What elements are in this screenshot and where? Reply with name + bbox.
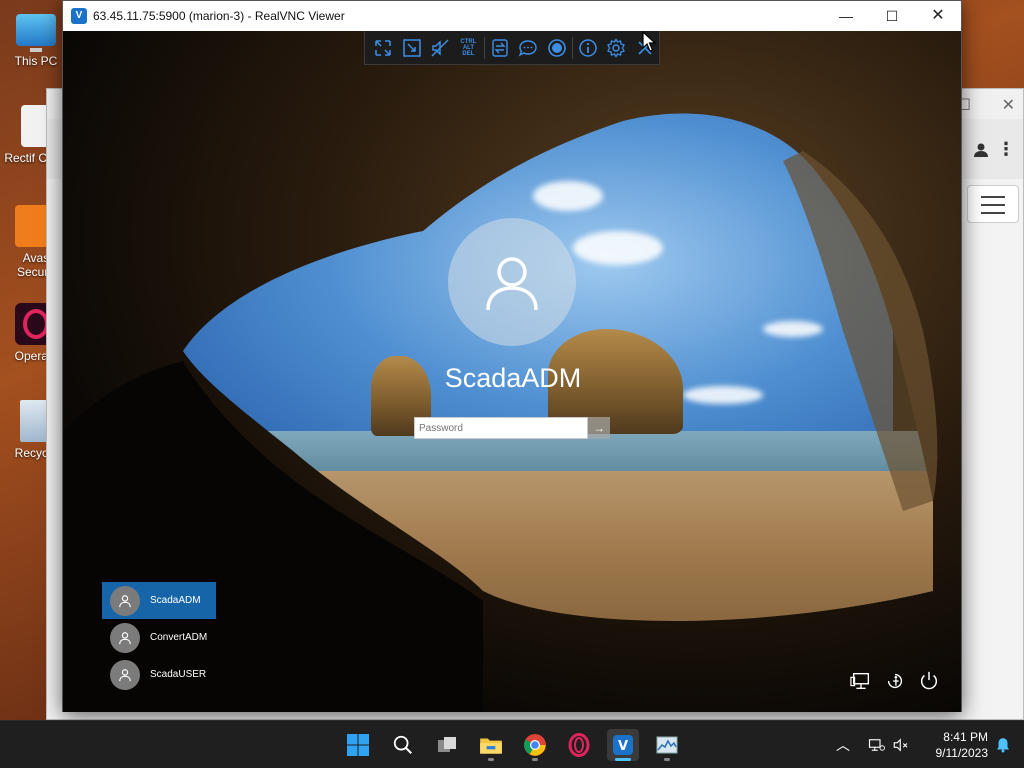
running-indicator (532, 758, 538, 761)
user-switch-list: ScadaADM ConvertADM ScadaUSER (102, 582, 216, 693)
user-icon (486, 257, 538, 311)
search-icon (393, 735, 412, 754)
toolbar-divider (483, 36, 485, 59)
desktop-icon-label: This PC (14, 54, 58, 68)
chrome-icon (524, 734, 546, 756)
user-item-scadauser[interactable]: ScadaUSER (102, 656, 216, 693)
toolbar-divider (571, 36, 573, 59)
show-hidden-icons-chevron-icon[interactable]: ︿ (836, 735, 850, 755)
submit-arrow-button[interactable]: → (588, 417, 610, 439)
task-view-icon (438, 737, 456, 752)
folder-icon (480, 738, 502, 754)
vnc-titlebar[interactable]: V 63.45.11.75:5900 (marion-3) - RealVNC … (63, 1, 961, 31)
search-button[interactable] (387, 729, 419, 761)
taskbar-opera-gx[interactable] (563, 729, 595, 761)
user-item-convertadm[interactable]: ConvertADM (102, 619, 216, 656)
system-clock[interactable]: 8:41 PM 9/11/2023 (936, 729, 989, 761)
user-item-scadaadm[interactable]: ScadaADM (102, 582, 216, 619)
opera-gx-icon (568, 733, 590, 757)
user-avatar-icon (110, 659, 140, 690)
ctrl-alt-del-button[interactable]: CTRL ALT DEL (454, 33, 482, 63)
file-transfer-icon[interactable] (486, 33, 514, 63)
remote-desktop-view[interactable]: ScadaADM → ScadaADM ConvertADM ScadaUSER (63, 31, 961, 712)
network-icon[interactable] (849, 669, 873, 693)
cloud (573, 231, 663, 265)
cloud (683, 386, 763, 404)
volume-muted-icon[interactable] (892, 736, 910, 754)
login-username: ScadaADM (444, 363, 582, 393)
close-button[interactable]: ✕ (915, 1, 961, 31)
running-indicator (664, 758, 670, 761)
mouse-cursor-icon (642, 31, 656, 52)
user-avatar-icon (110, 585, 140, 616)
hamburger-menu-button[interactable] (967, 185, 1019, 223)
profile-icon[interactable] (973, 142, 989, 158)
desktop-icon-this-pc[interactable]: This PC (4, 10, 68, 68)
user-item-label: ConvertADM (150, 632, 208, 643)
clock-date: 9/11/2023 (935, 746, 989, 760)
arrow-right-icon: → (593, 421, 605, 435)
vnc-window-title: 63.45.11.75:5900 (marion-3) - RealVNC Vi… (93, 9, 345, 23)
windows-icon (347, 734, 369, 756)
accessibility-icon[interactable] (883, 669, 907, 693)
clock-time: 8:41 PM (943, 730, 988, 744)
taskbar-realvnc-viewer[interactable]: V (607, 729, 639, 761)
user-item-label: ScadaADM (150, 595, 201, 606)
notification-bell-icon[interactable] (994, 736, 1012, 754)
realvnc-icon: V (613, 735, 633, 755)
taskbar-resource-monitor[interactable] (651, 729, 683, 761)
user-avatar-large (448, 218, 576, 346)
taskbar: V ︿ 8:41 PM 9/11/2023 (0, 720, 1024, 768)
user-avatar-icon (110, 622, 140, 653)
close-icon[interactable]: ✕ (1002, 95, 1015, 115)
background-beach (173, 471, 933, 671)
active-indicator (615, 758, 631, 761)
resource-monitor-icon (656, 736, 678, 754)
start-button[interactable] (342, 729, 374, 761)
password-input[interactable] (414, 417, 588, 439)
vnc-toolbar: CTRL ALT DEL (364, 31, 660, 65)
task-view-button[interactable] (431, 729, 463, 761)
system-tray: ︿ (836, 721, 910, 768)
realvnc-icon: V (71, 8, 87, 24)
chat-icon[interactable] (514, 33, 542, 63)
scale-to-fit-icon[interactable] (397, 33, 425, 63)
login-bottom-icons (849, 669, 941, 693)
settings-gear-icon[interactable] (602, 33, 630, 63)
ctrl-alt-del-label: CTRL ALT DEL (460, 38, 477, 57)
cloud (533, 181, 603, 211)
vnc-viewer-window[interactable]: V 63.45.11.75:5900 (marion-3) - RealVNC … (62, 0, 962, 712)
this-pc-icon (16, 14, 56, 52)
taskbar-chrome[interactable] (519, 729, 551, 761)
minimize-button[interactable]: — (823, 1, 869, 31)
cloud (763, 321, 823, 337)
record-icon[interactable] (542, 33, 570, 63)
running-indicator (488, 758, 494, 761)
power-icon[interactable] (917, 669, 941, 693)
network-disconnected-icon[interactable] (868, 736, 886, 754)
svg-text:V: V (618, 739, 628, 754)
password-field-group: → (414, 417, 610, 439)
user-item-label: ScadaUSER (150, 669, 207, 680)
fullscreen-icon[interactable] (369, 33, 397, 63)
maximize-button[interactable]: ☐ (869, 1, 915, 31)
mute-audio-icon[interactable] (426, 33, 454, 63)
more-options-icon[interactable]: ⋮ (997, 140, 1015, 158)
info-icon[interactable] (574, 33, 602, 63)
taskbar-file-explorer[interactable] (475, 729, 507, 761)
